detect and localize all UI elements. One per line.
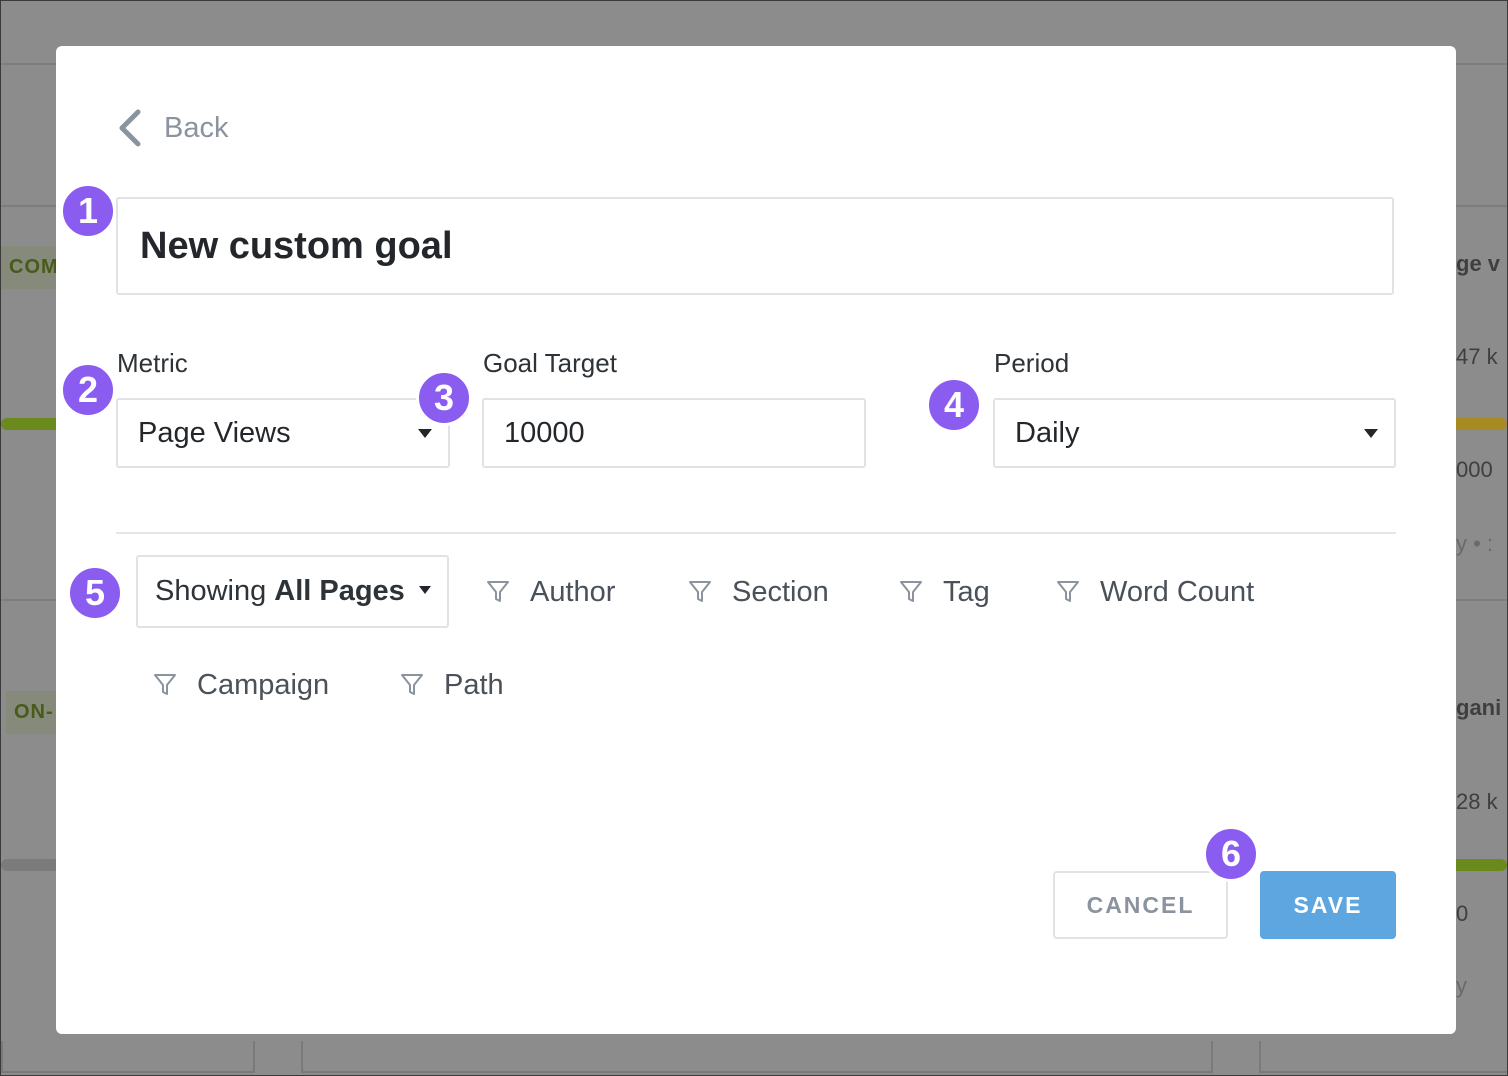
- cancel-button[interactable]: CANCEL: [1053, 871, 1228, 939]
- background-progress-bar: [1, 418, 61, 430]
- funnel-icon: [900, 581, 922, 602]
- funnel-icon: [154, 674, 176, 695]
- background-text: 000: [1456, 457, 1493, 482]
- filter-path[interactable]: Path: [400, 665, 504, 705]
- caret-down-icon: [418, 585, 431, 594]
- filter-label: Path: [444, 668, 504, 701]
- new-goal-modal: Back Metric Page Views Goal Target 10000…: [56, 46, 1456, 1034]
- metric-label: Metric: [117, 348, 188, 378]
- period-value: Daily: [1015, 416, 1080, 449]
- goal-target-input[interactable]: 10000: [482, 398, 866, 468]
- showing-value: All Pages: [274, 575, 405, 607]
- background-text: 0: [1456, 901, 1469, 926]
- filter-word-count[interactable]: Word Count: [1056, 572, 1254, 612]
- background-text: y • :: [1456, 531, 1494, 556]
- metric-value: Page Views: [138, 416, 291, 449]
- back-label: Back: [164, 111, 229, 144]
- background-text: y: [1456, 973, 1467, 998]
- caret-down-icon: [1364, 429, 1378, 438]
- filter-label: Campaign: [197, 668, 330, 701]
- step-badge-1: 1: [60, 183, 116, 239]
- caret-down-icon: [418, 429, 432, 438]
- background-progress-bar: [1451, 859, 1507, 871]
- metric-select[interactable]: Page Views: [116, 398, 450, 468]
- step-badge-3: 3: [416, 370, 472, 426]
- save-button[interactable]: SAVE: [1260, 871, 1396, 939]
- funnel-icon: [689, 581, 711, 602]
- background-card: [1259, 1041, 1507, 1073]
- filter-section[interactable]: Section: [688, 572, 829, 612]
- goal-name-input[interactable]: [116, 197, 1394, 295]
- showing-prefix: Showing: [155, 575, 267, 607]
- screen-frame: COM ON- ge v 47 k 000 y • : gani 28 k 0 …: [0, 0, 1508, 1076]
- goal-target-value: 10000: [504, 416, 585, 449]
- page-scope-dropdown[interactable]: Showing All Pages: [136, 555, 449, 628]
- period-select[interactable]: Daily: [993, 398, 1396, 468]
- filter-campaign[interactable]: Campaign: [153, 665, 329, 705]
- goal-target-label: Goal Target: [483, 348, 617, 378]
- back-button[interactable]: Back: [116, 106, 228, 150]
- background-text: 47 k: [1456, 344, 1498, 369]
- section-divider: [116, 532, 1396, 534]
- period-label: Period: [994, 348, 1070, 378]
- filter-author[interactable]: Author: [486, 572, 615, 612]
- step-badge-2: 2: [60, 362, 116, 418]
- funnel-icon: [1057, 581, 1079, 602]
- background-text: ge v: [1456, 251, 1501, 276]
- filter-label: Section: [732, 575, 829, 608]
- background-text: gani: [1456, 695, 1502, 720]
- background-progress-bar: [1451, 418, 1507, 430]
- filter-label: Tag: [943, 575, 990, 608]
- filter-label: Author: [530, 575, 616, 608]
- funnel-icon: [487, 581, 509, 602]
- funnel-icon: [401, 674, 423, 695]
- step-badge-5: 5: [67, 565, 123, 621]
- background-tag: ON-: [6, 691, 62, 734]
- background-card: [301, 1041, 1213, 1073]
- filter-label: Word Count: [1100, 575, 1255, 608]
- step-badge-4: 4: [926, 377, 982, 433]
- filter-tag[interactable]: Tag: [899, 572, 990, 612]
- background-card: [1, 1041, 255, 1073]
- background-text: 28 k: [1456, 789, 1498, 814]
- chevron-left-icon: [119, 109, 141, 147]
- step-badge-6: 6: [1203, 826, 1259, 882]
- background-progress-bar: [1, 859, 61, 871]
